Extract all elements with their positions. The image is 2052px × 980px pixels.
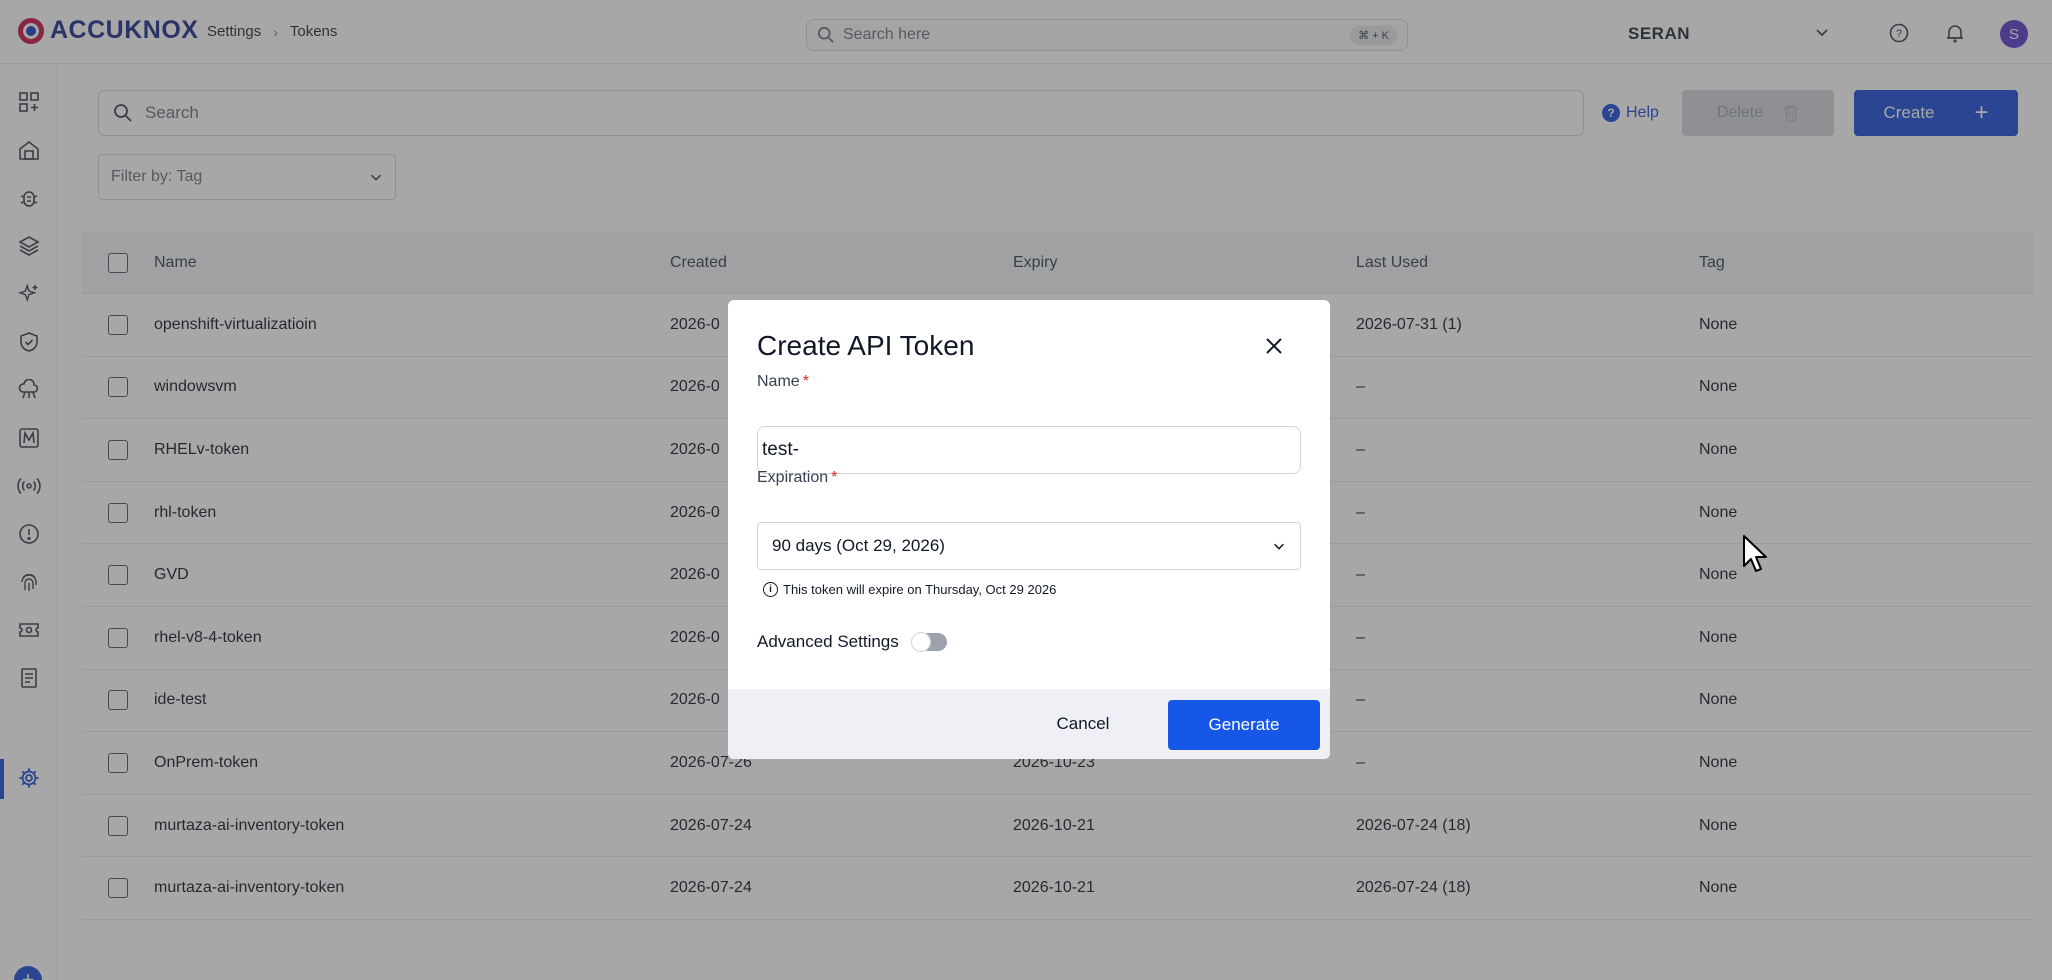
expiration-field-label: Expiration * xyxy=(757,469,838,486)
toggle-knob xyxy=(910,632,931,652)
mouse-pointer-icon xyxy=(1743,535,1767,572)
dialog-footer: Cancel Generate xyxy=(728,689,1330,759)
expiration-note-text: This token will expire on Thursday, Oct … xyxy=(783,582,1057,597)
close-icon[interactable] xyxy=(1260,332,1288,360)
token-name-input[interactable] xyxy=(757,426,1301,474)
advanced-settings-toggle[interactable] xyxy=(910,632,947,652)
expiration-value: 90 days (Oct 29, 2026) xyxy=(772,536,945,555)
advanced-settings-label: Advanced Settings xyxy=(757,632,899,651)
name-field-label: Name * xyxy=(757,373,809,390)
expiration-note: i This token will expire on Thursday, Oc… xyxy=(763,582,1056,597)
generate-button[interactable]: Generate xyxy=(1168,700,1320,750)
info-icon: i xyxy=(763,582,778,597)
expiration-select[interactable]: 90 days (Oct 29, 2026) xyxy=(757,522,1301,570)
cancel-button[interactable]: Cancel xyxy=(1038,703,1128,745)
dialog-title: Create API Token xyxy=(757,330,975,361)
advanced-settings-row: Advanced Settings xyxy=(757,632,947,652)
create-api-token-dialog: Create API Token Name* Expiration* 90 da… xyxy=(728,300,1330,759)
chevron-down-icon xyxy=(1274,543,1284,550)
